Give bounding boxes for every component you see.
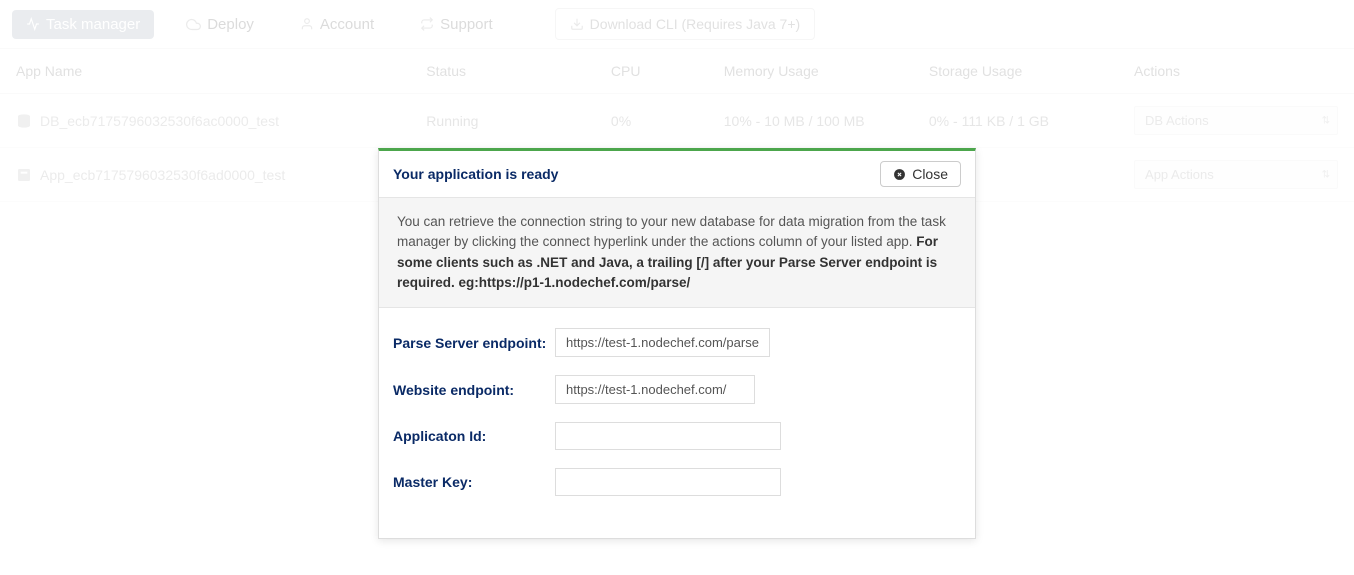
table-row: DB_ecb7175796032530f6ac0000_test Running…	[0, 94, 1354, 148]
info-text: You can retrieve the connection string t…	[397, 214, 946, 249]
tab-account[interactable]: Account	[286, 10, 388, 39]
cloud-icon	[186, 17, 201, 32]
db-actions-select[interactable]: DB Actions	[1134, 106, 1338, 135]
field-value[interactable]: https://test-1.nodechef.com/parse	[555, 328, 770, 357]
th-status: Status	[410, 49, 595, 94]
close-label: Close	[912, 166, 948, 182]
modal-header: Your application is ready Close	[379, 151, 975, 198]
app-actions-select[interactable]: App Actions	[1134, 160, 1338, 189]
th-actions: Actions	[1118, 49, 1354, 94]
download-icon	[570, 17, 584, 31]
tab-label: Deploy	[207, 16, 254, 33]
download-cli-button[interactable]: Download CLI (Requires Java 7+)	[555, 8, 816, 40]
app-name: DB_ecb7175796032530f6ac0000_test	[40, 113, 279, 129]
download-label: Download CLI (Requires Java 7+)	[590, 16, 801, 32]
cell-cpu: 0%	[595, 94, 708, 148]
top-toolbar: Task manager Deploy Account Support Down…	[0, 0, 1354, 49]
field-parse-endpoint: Parse Server endpoint: https://test-1.no…	[393, 328, 961, 357]
field-website-endpoint: Website endpoint: https://test-1.nodeche…	[393, 375, 961, 404]
cell-status: Running	[410, 94, 595, 148]
close-button[interactable]: Close	[880, 161, 961, 187]
database-icon	[16, 113, 32, 129]
th-cpu: CPU	[595, 49, 708, 94]
field-label: Master Key:	[393, 474, 555, 490]
cell-storage: 0% - 111 KB / 1 GB	[913, 94, 1118, 148]
th-memory: Memory Usage	[708, 49, 913, 94]
field-label: Parse Server endpoint:	[393, 335, 555, 351]
tab-label: Support	[440, 16, 493, 33]
cell-memory: 10% - 10 MB / 100 MB	[708, 94, 913, 148]
field-label: Website endpoint:	[393, 382, 555, 398]
field-master-key: Master Key:	[393, 468, 961, 496]
th-app-name: App Name	[0, 49, 410, 94]
app-icon	[16, 167, 32, 183]
user-icon	[300, 17, 314, 31]
modal-info: You can retrieve the connection string t…	[379, 198, 975, 308]
field-application-id: Applicaton Id:	[393, 422, 961, 450]
support-icon	[420, 17, 434, 31]
field-value[interactable]	[555, 422, 781, 450]
tab-label: Task manager	[46, 16, 140, 33]
close-icon	[893, 168, 906, 181]
field-label: Applicaton Id:	[393, 428, 555, 444]
tab-support[interactable]: Support	[406, 10, 507, 39]
field-value[interactable]: https://test-1.nodechef.com/	[555, 375, 755, 404]
activity-icon	[26, 17, 40, 31]
modal-body: Parse Server endpoint: https://test-1.no…	[379, 308, 975, 538]
app-name: App_ecb7175796032530f6ad0000_test	[40, 167, 285, 183]
th-storage: Storage Usage	[913, 49, 1118, 94]
tab-deploy[interactable]: Deploy	[172, 10, 268, 39]
modal-title: Your application is ready	[393, 166, 558, 182]
tab-task-manager[interactable]: Task manager	[12, 10, 154, 39]
tab-label: Account	[320, 16, 374, 33]
field-value[interactable]	[555, 468, 781, 496]
app-ready-modal: Your application is ready Close You can …	[378, 148, 976, 539]
